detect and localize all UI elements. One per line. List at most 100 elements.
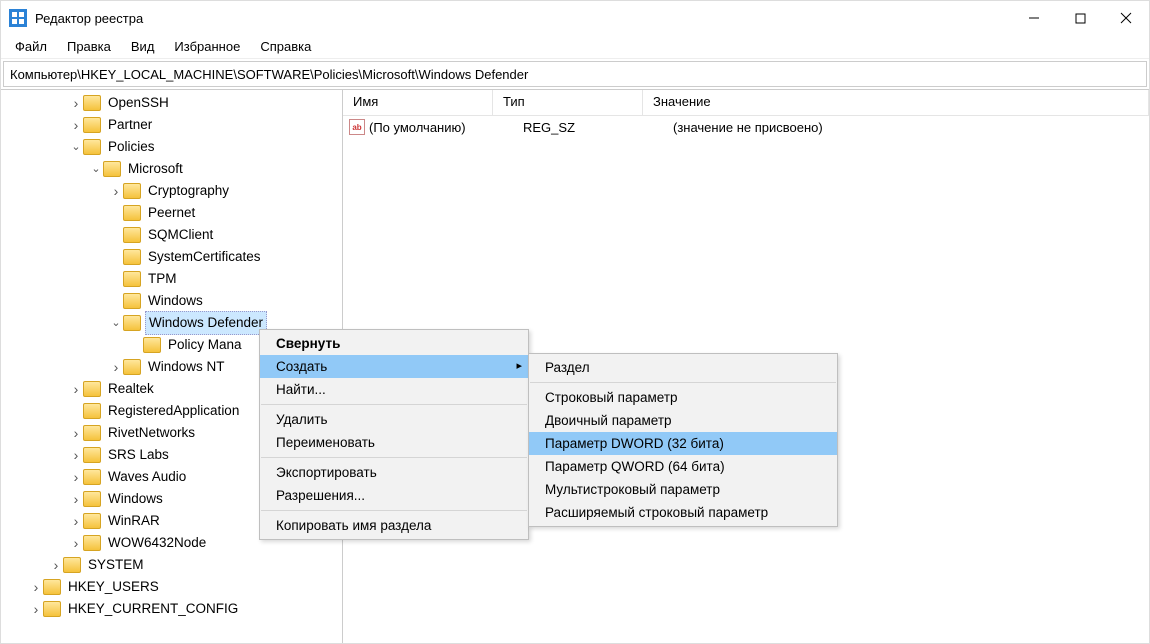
tree-label: Microsoft <box>125 158 186 180</box>
window-title: Редактор реестра <box>35 11 143 26</box>
folder-icon <box>83 447 101 463</box>
ctx-new-string[interactable]: Строковый параметр <box>529 386 837 409</box>
folder-icon <box>83 535 101 551</box>
chevron-down-icon[interactable] <box>109 312 123 334</box>
tree-item-windows[interactable]: Windows <box>1 290 342 312</box>
ctx-new-binary[interactable]: Двоичный параметр <box>529 409 837 432</box>
chevron-right-icon[interactable] <box>69 378 83 400</box>
cell-value: (значение не присвоено) <box>663 120 1149 135</box>
folder-icon <box>83 95 101 111</box>
tree-label: WOW6432Node <box>105 532 209 554</box>
ctx-new-key[interactable]: Раздел <box>529 356 837 379</box>
chevron-right-icon[interactable] <box>69 92 83 114</box>
chevron-right-icon[interactable] <box>109 356 123 378</box>
column-headers: Имя Тип Значение <box>343 90 1149 116</box>
menu-view[interactable]: Вид <box>121 37 165 56</box>
folder-icon <box>83 491 101 507</box>
chevron-right-icon[interactable] <box>69 488 83 510</box>
menu-edit[interactable]: Правка <box>57 37 121 56</box>
tree-item-partner[interactable]: Partner <box>1 114 342 136</box>
tree-item-openssh[interactable]: OpenSSH <box>1 92 342 114</box>
tree-item-tpm[interactable]: TPM <box>1 268 342 290</box>
folder-icon <box>63 557 81 573</box>
list-row-default[interactable]: ab (По умолчанию) REG_SZ (значение не пр… <box>343 116 1149 138</box>
menu-bar: Файл Правка Вид Избранное Справка <box>1 35 1149 59</box>
folder-icon <box>123 359 141 375</box>
tree-label: OpenSSH <box>105 92 172 114</box>
cell-type: REG_SZ <box>513 120 663 135</box>
tree-label: Partner <box>105 114 155 136</box>
tree-item-policies[interactable]: Policies <box>1 136 342 158</box>
chevron-right-icon[interactable] <box>69 114 83 136</box>
ctx-new-qword[interactable]: Параметр QWORD (64 бита) <box>529 455 837 478</box>
chevron-right-icon[interactable] <box>69 510 83 532</box>
chevron-right-icon[interactable] <box>49 554 63 576</box>
ctx-copy-key-name[interactable]: Копировать имя раздела <box>260 514 528 537</box>
col-type[interactable]: Тип <box>493 90 643 115</box>
tree-item-hkey-users[interactable]: HKEY_USERS <box>1 576 342 598</box>
tree-label: Waves Audio <box>105 466 189 488</box>
folder-icon <box>123 271 141 287</box>
tree-label: HKEY_CURRENT_CONFIG <box>65 598 241 620</box>
chevron-right-icon[interactable] <box>29 576 43 598</box>
string-value-icon: ab <box>349 119 365 135</box>
menu-file[interactable]: Файл <box>5 37 57 56</box>
ctx-find[interactable]: Найти... <box>260 378 528 401</box>
address-bar[interactable]: Компьютер\HKEY_LOCAL_MACHINE\SOFTWARE\Po… <box>3 61 1147 87</box>
folder-icon <box>103 161 121 177</box>
tree-label: TPM <box>145 268 180 290</box>
close-button[interactable] <box>1103 2 1149 34</box>
tree-item-peernet[interactable]: Peernet <box>1 202 342 224</box>
folder-icon <box>83 381 101 397</box>
menu-favorites[interactable]: Избранное <box>164 37 250 56</box>
chevron-right-icon[interactable] <box>109 180 123 202</box>
col-value[interactable]: Значение <box>643 90 1149 115</box>
tree-label: Cryptography <box>145 180 232 202</box>
cell-name: (По умолчанию) <box>369 120 513 135</box>
tree-item-sqmclient[interactable]: SQMClient <box>1 224 342 246</box>
tree-label: SystemCertificates <box>145 246 264 268</box>
tree-label: WinRAR <box>105 510 163 532</box>
menu-help[interactable]: Справка <box>250 37 321 56</box>
chevron-right-icon[interactable] <box>69 466 83 488</box>
folder-icon <box>123 183 141 199</box>
ctx-collapse[interactable]: Свернуть <box>260 332 528 355</box>
ctx-new-multistring[interactable]: Мультистроковый параметр <box>529 478 837 501</box>
folder-icon <box>43 579 61 595</box>
minimize-button[interactable] <box>1011 2 1057 34</box>
tree-item-hkey-current-config[interactable]: HKEY_CURRENT_CONFIG <box>1 598 342 620</box>
tree-label: Windows NT <box>145 356 228 378</box>
col-name[interactable]: Имя <box>343 90 493 115</box>
ctx-delete[interactable]: Удалить <box>260 408 528 431</box>
ctx-create[interactable]: Создать <box>260 355 528 378</box>
tree-label: HKEY_USERS <box>65 576 162 598</box>
tree-label: Policy Mana <box>165 334 245 356</box>
maximize-button[interactable] <box>1057 2 1103 34</box>
tree-item-cryptography[interactable]: Cryptography <box>1 180 342 202</box>
folder-icon <box>83 117 101 133</box>
ctx-new-expandstring[interactable]: Расширяемый строковый параметр <box>529 501 837 524</box>
tree-item-systemcertificates[interactable]: SystemCertificates <box>1 246 342 268</box>
ctx-permissions[interactable]: Разрешения... <box>260 484 528 507</box>
tree-item-microsoft[interactable]: Microsoft <box>1 158 342 180</box>
chevron-down-icon[interactable] <box>69 136 83 158</box>
chevron-right-icon[interactable] <box>29 598 43 620</box>
window: Редактор реестра Файл Правка Вид Избранн… <box>0 0 1150 644</box>
folder-icon <box>123 205 141 221</box>
folder-icon <box>83 469 101 485</box>
tree-label: RegisteredApplication <box>105 400 242 422</box>
tree-label: RivetNetworks <box>105 422 198 444</box>
tree-label: Windows <box>145 290 206 312</box>
ctx-rename[interactable]: Переименовать <box>260 431 528 454</box>
chevron-down-icon[interactable] <box>89 158 103 180</box>
tree-label: Windows Defender <box>145 311 267 335</box>
chevron-right-icon[interactable] <box>69 444 83 466</box>
chevron-right-icon[interactable] <box>69 422 83 444</box>
ctx-new-dword[interactable]: Параметр DWORD (32 бита) <box>529 432 837 455</box>
folder-icon <box>83 403 101 419</box>
ctx-export[interactable]: Экспортировать <box>260 461 528 484</box>
tree-item-system[interactable]: SYSTEM <box>1 554 342 576</box>
tree-label: Windows <box>105 488 166 510</box>
folder-icon <box>83 513 101 529</box>
chevron-right-icon[interactable] <box>69 532 83 554</box>
